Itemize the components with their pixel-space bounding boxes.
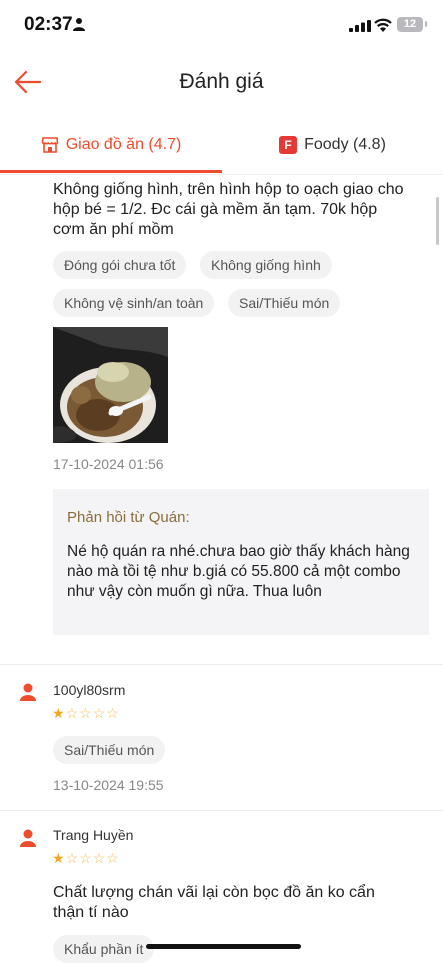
person-icon <box>73 18 85 31</box>
status-time: 02:37 <box>24 14 73 35</box>
star-filled-icon: ★ <box>52 850 66 866</box>
active-tab-indicator <box>0 170 222 173</box>
star-empty-icon: ☆ <box>106 850 120 866</box>
review-tag: Không vệ sinh/an toàn <box>53 289 215 317</box>
tab-foody[interactable]: F Foody (4.8) <box>222 118 443 172</box>
star-empty-icon: ☆ <box>65 705 80 721</box>
tab-bar: Giao đồ ăn (4.7) F Foody (4.8) <box>0 118 443 175</box>
tab-foody-label: Foody (4.8) <box>304 136 386 153</box>
review-tag: Sai/Thiếu món <box>228 289 341 317</box>
status-bar: 02:37 12 <box>0 0 443 52</box>
review-username: 100yl80srm <box>53 682 126 698</box>
battery-tip <box>425 21 427 27</box>
tab-delivery[interactable]: Giao đồ ăn (4.7) <box>0 118 222 172</box>
star-rating: ★☆☆☆☆ <box>52 705 120 722</box>
battery-icon: 12 <box>397 17 423 32</box>
scrollbar[interactable] <box>436 197 439 245</box>
star-empty-icon: ☆ <box>92 850 107 866</box>
star-empty-icon: ☆ <box>65 850 80 866</box>
review-divider <box>0 810 443 811</box>
review-username: Trang Huyền <box>53 827 134 843</box>
foody-logo-icon: F <box>279 136 298 154</box>
wifi-icon <box>374 18 392 32</box>
shop-reply-text: Né hộ quán ra nhé.chưa bao giờ thấy khác… <box>67 543 410 600</box>
tab-delivery-label: Giao đồ ăn (4.7) <box>65 136 182 153</box>
review-tag: Đóng gói chưa tốt <box>53 251 187 279</box>
shop-reply-box: Phản hồi từ Quán: Né hộ quán ra nhé.chưa… <box>53 489 429 635</box>
review-divider <box>0 664 443 665</box>
review-tag: Khẩu phần ít <box>53 935 155 963</box>
star-empty-icon: ☆ <box>92 705 107 721</box>
review-photo[interactable] <box>53 327 168 443</box>
review-tag: Sai/Thiếu món <box>53 736 166 764</box>
star-empty-icon: ☆ <box>79 850 93 866</box>
navigation-bar: Đánh giá <box>0 52 443 112</box>
review-date: 13-10-2024 19:55 <box>53 777 164 793</box>
user-avatar-icon <box>20 829 36 847</box>
page-title: Đánh giá <box>179 70 264 93</box>
food-photo-image <box>53 327 168 443</box>
star-empty-icon: ☆ <box>79 705 93 721</box>
star-filled-icon: ★ <box>52 705 66 721</box>
user-avatar-icon <box>20 683 36 701</box>
review-date: 17-10-2024 01:56 <box>53 456 164 472</box>
home-indicator[interactable] <box>146 944 301 949</box>
shop-reply-title: Phản hồi từ Quán: <box>67 509 190 526</box>
review-text: Chất lượng chán vãi lại còn bọc đồ ăn ko… <box>53 884 375 921</box>
review-text: Không giống hình, trên hình hộp to oạch … <box>53 181 404 238</box>
star-empty-icon: ☆ <box>106 705 120 721</box>
shop-icon <box>41 137 58 153</box>
star-rating: ★☆☆☆☆ <box>52 850 120 867</box>
review-tag: Không giống hình <box>200 251 332 279</box>
signal-icon <box>349 20 371 32</box>
